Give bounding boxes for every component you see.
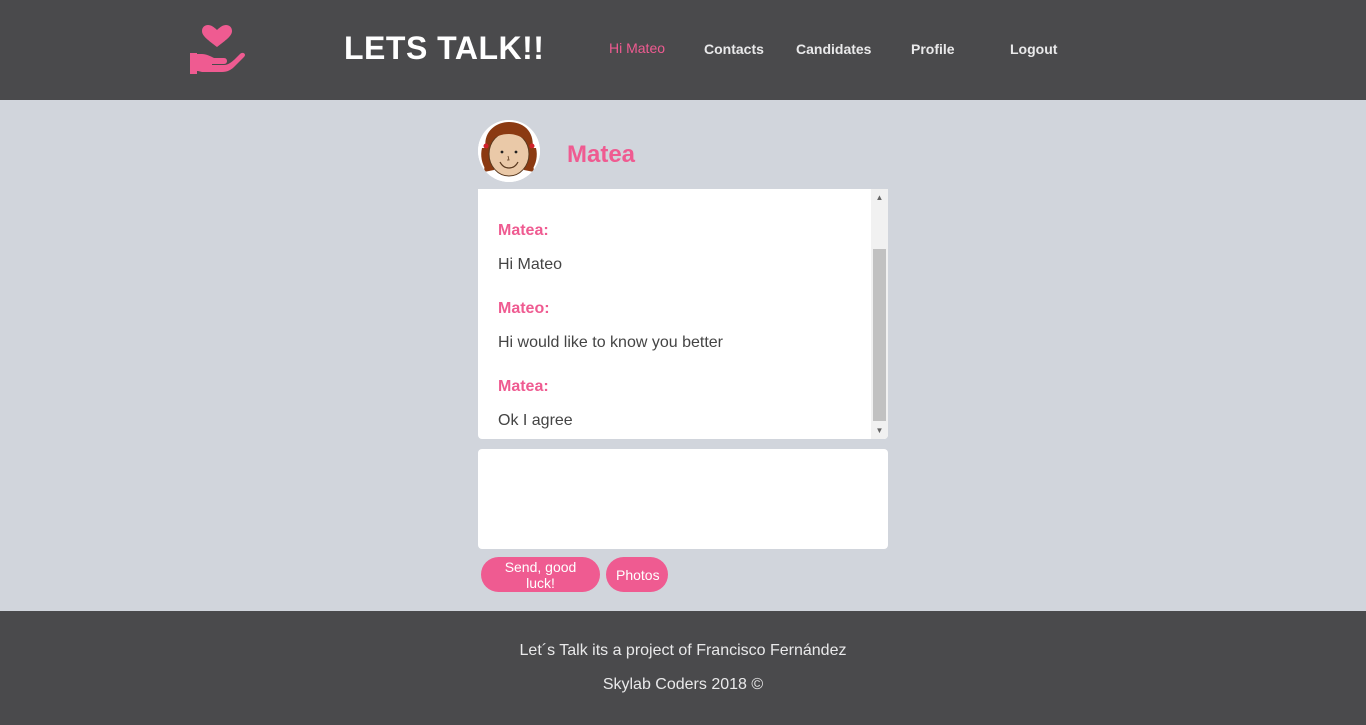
nav-profile[interactable]: Profile <box>911 41 955 57</box>
photos-button[interactable]: Photos <box>606 557 668 592</box>
heart-hand-icon[interactable] <box>188 24 248 76</box>
footer-copyright: Skylab Coders 2018 © <box>602 676 764 693</box>
message-sender: Matea: <box>498 222 549 239</box>
scroll-down-icon[interactable]: ▼ <box>871 422 888 439</box>
message-list: Hi Mateo Matea: Hi Mateo Mateo: Hi would… <box>498 189 868 439</box>
girl-avatar-icon <box>478 120 540 182</box>
nav-candidates[interactable]: Candidates <box>796 41 871 57</box>
header-bar: LETS TALK!! Hi Mateo Contacts Candidates… <box>0 0 1366 100</box>
nav-greeting[interactable]: Hi Mateo <box>609 40 665 56</box>
chat-main: Matea Hi Mateo Matea: Hi Mateo Mateo: Hi… <box>0 100 1366 611</box>
chat-scrollbar[interactable]: ▲ ▼ <box>871 189 888 439</box>
brand-title: LETS TALK!! <box>344 30 545 66</box>
send-button[interactable]: Send, good luck! <box>481 557 600 592</box>
contact-name: Matea <box>567 141 636 168</box>
nav-logout[interactable]: Logout <box>1010 41 1057 57</box>
scroll-up-icon[interactable]: ▲ <box>871 189 888 206</box>
scroll-thumb[interactable] <box>873 249 886 421</box>
message-text: Hi Mateo <box>498 256 563 273</box>
message-text: Hi Mateo <box>498 189 868 221</box>
footer: Let´s Talk its a project of Francisco Fe… <box>0 611 1366 725</box>
message-sender: Mateo: <box>498 300 550 317</box>
message-text: Hi would like to know you better <box>498 334 723 351</box>
message-input[interactable] <box>478 449 888 549</box>
message-text: Ok I agree <box>498 412 573 429</box>
chat-messages[interactable]: Hi Mateo Matea: Hi Mateo Mateo: Hi would… <box>478 189 888 439</box>
message-sender: Matea: <box>498 378 549 395</box>
footer-credit: Let´s Talk its a project of Francisco Fe… <box>519 642 847 659</box>
nav-contacts[interactable]: Contacts <box>704 41 764 57</box>
